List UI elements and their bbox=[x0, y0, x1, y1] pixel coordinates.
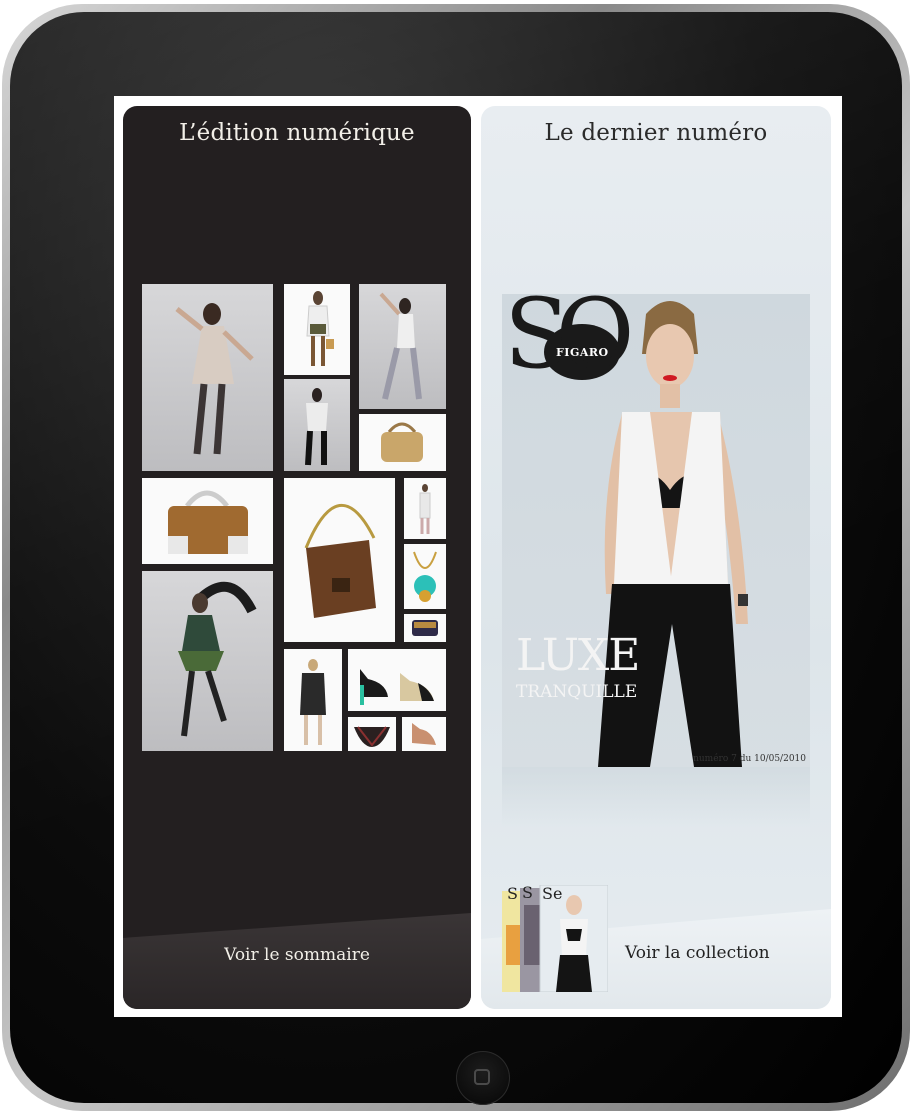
cover-headline: LUXE bbox=[516, 630, 640, 681]
collage-photo-woman-dancing[interactable] bbox=[142, 571, 273, 751]
collage-photo-woman-pose[interactable] bbox=[359, 284, 446, 409]
right-panel-title: Le dernier numéro bbox=[544, 120, 768, 146]
cover-issue-line: numéro 7 du 10/05/2010 bbox=[693, 754, 806, 764]
latest-issue-panel[interactable]: Le dernier numéro SO FIGARO LUXE TRANQUI… bbox=[481, 106, 831, 1009]
collage-photo-woman-coat[interactable] bbox=[284, 649, 342, 751]
view-contents-button[interactable]: Voir le sommaire bbox=[123, 945, 471, 965]
cover-masthead-sub: FIGARO bbox=[556, 346, 609, 359]
cover-masthead: SO bbox=[504, 294, 635, 390]
digital-edition-panel[interactable]: L’édition numérique Voir le sommaire bbox=[123, 106, 471, 1009]
svg-text:Se: Se bbox=[542, 885, 562, 903]
collage-photo-pump-nude[interactable] bbox=[402, 717, 446, 751]
collage-photo-woman-jacket[interactable] bbox=[284, 284, 350, 375]
collage-photo-heels-black[interactable] bbox=[348, 649, 446, 711]
fashion-collage[interactable] bbox=[123, 106, 471, 1009]
collage-photo-handbag-brown[interactable] bbox=[142, 478, 273, 564]
collage-photo-clutch-small[interactable] bbox=[404, 614, 446, 642]
cover-reflection bbox=[502, 767, 810, 827]
collage-photo-woman-black[interactable] bbox=[284, 379, 350, 471]
home-button-icon bbox=[474, 1069, 490, 1085]
home-button[interactable] bbox=[456, 1051, 510, 1105]
svg-text:S: S bbox=[507, 885, 518, 903]
magazine-cover[interactable]: SO FIGARO LUXE TRANQUILLE numéro 7 du 10… bbox=[502, 294, 810, 767]
collage-photo-woman-white[interactable] bbox=[404, 478, 446, 539]
collage-photo-woman-dress[interactable] bbox=[142, 284, 273, 471]
cover-subheadline: TRANQUILLE bbox=[516, 682, 638, 702]
app-screen: L’édition numérique Voir le sommaire Le … bbox=[114, 96, 842, 1017]
left-panel-title: L’édition numérique bbox=[179, 120, 415, 146]
view-collection-button[interactable]: Voir la collection bbox=[625, 943, 770, 963]
svg-text:S: S bbox=[522, 885, 533, 902]
collage-photo-handbag-tan[interactable] bbox=[359, 414, 446, 471]
collage-photo-fan-clutch[interactable] bbox=[348, 717, 396, 751]
collage-photo-necklace[interactable] bbox=[404, 544, 446, 609]
collection-thumbnails[interactable]: S S Se bbox=[502, 883, 609, 993]
collage-photo-satchel[interactable] bbox=[284, 478, 395, 642]
